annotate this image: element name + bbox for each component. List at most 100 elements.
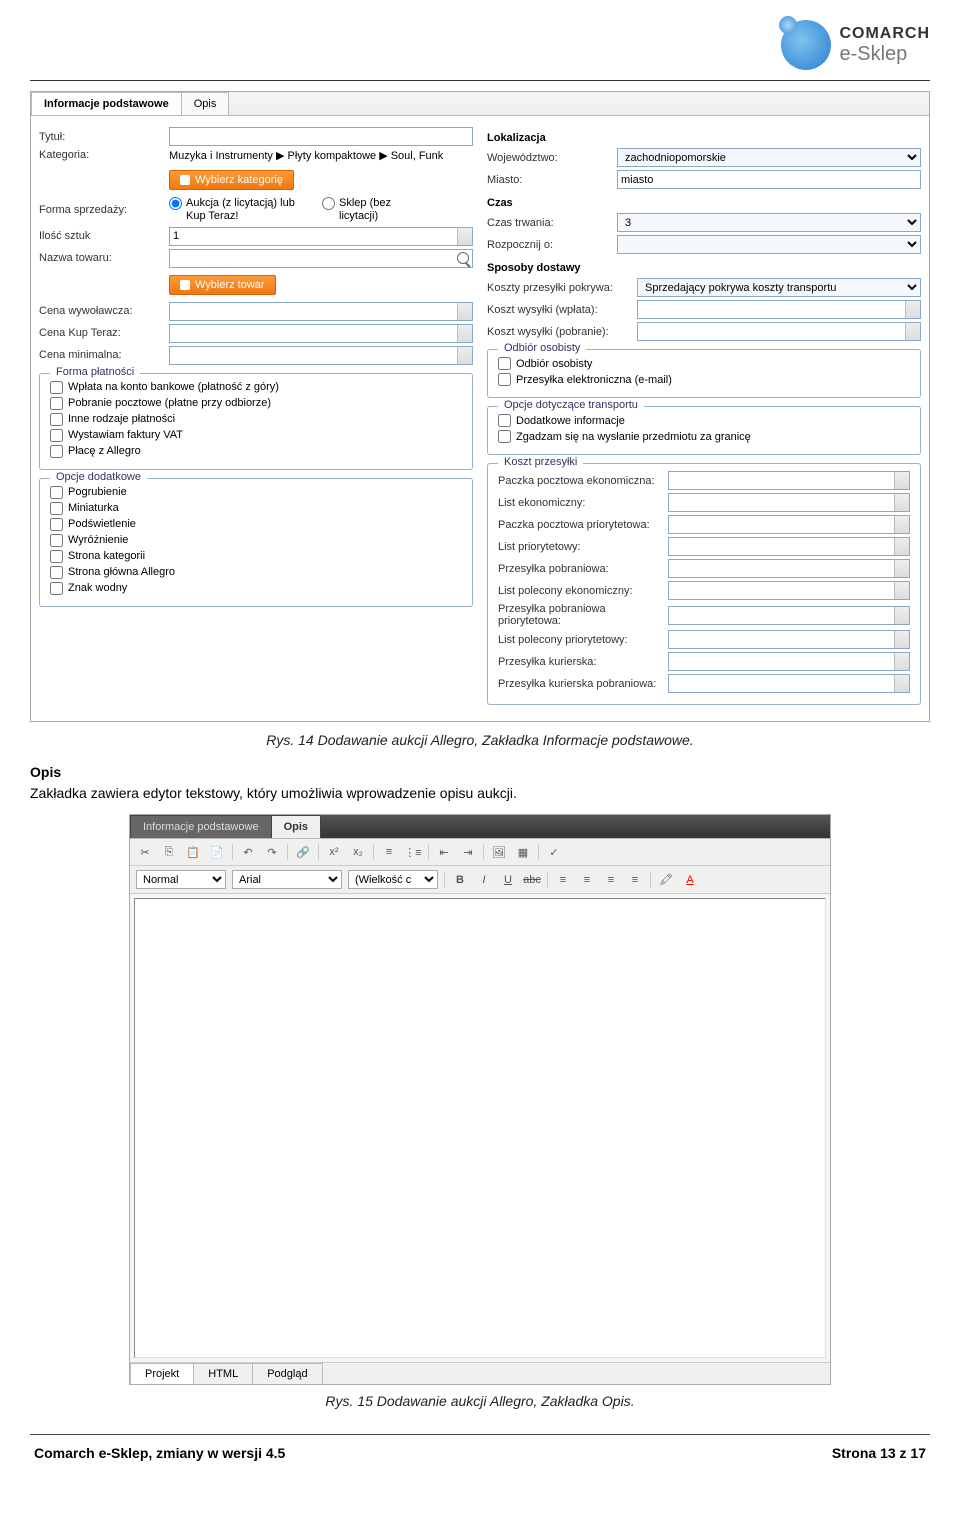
select-wojewodztwo[interactable]: zachodniopomorskie [617,148,921,167]
unordered-list-icon[interactable]: ⋮≡ [404,843,422,861]
brand-line2: e-Sklep [839,43,930,65]
chk-inne-platnosci[interactable] [50,413,63,426]
select-koszty[interactable]: Sprzedający pokrywa koszty transportu [637,278,921,297]
tab-info-2[interactable]: Informacje podstawowe [130,815,272,838]
align-right-icon[interactable]: ≡ [602,871,620,889]
input-ilosc[interactable] [169,227,473,246]
spellcheck-icon[interactable]: ✓ [545,843,563,861]
input-k5[interactable] [668,559,910,578]
input-cena-wyw[interactable] [169,302,473,321]
font-color-icon[interactable]: A [681,871,699,889]
undo-icon[interactable]: ↶ [239,843,257,861]
select-size[interactable]: (Wielkość c [348,870,438,889]
input-miasto[interactable] [617,170,921,189]
screenshot-editor: Informacje podstawowe Opis ✂ ⎘ 📋 📄 ↶ ↷ 🔗… [129,814,831,1385]
label-wojewodztwo: Województwo: [487,152,617,164]
select-rozpocznij[interactable] [617,235,921,254]
highlight-icon[interactable]: 🖍 [657,871,675,889]
input-koszt-wplata[interactable] [637,300,921,319]
chk-place-allegro[interactable] [50,445,63,458]
select-style[interactable]: Normal [136,870,226,889]
table-icon[interactable]: ▦ [514,843,532,861]
text-opis: Zakładka zawiera edytor tekstowy, który … [30,785,517,801]
fieldset-platnosc: Forma płatności Wpłata na konto bankowe … [39,373,473,470]
input-k9[interactable] [668,652,910,671]
cut-icon[interactable]: ✂ [136,843,154,861]
figure-caption-14: Rys. 14 Dodawanie aukcji Allegro, Zakład… [30,732,930,748]
chk-dodatkowe-info[interactable] [498,414,511,427]
italic-icon[interactable]: I [475,871,493,889]
label-rozpocznij: Rozpocznij o: [487,239,617,251]
input-cena-min[interactable] [169,346,473,365]
radio-sklep[interactable]: Sklep (bez licytacji) [322,197,419,223]
chk-podswietlenie[interactable] [50,518,63,531]
input-k1[interactable] [668,471,910,490]
strike-icon[interactable]: abc [523,871,541,889]
footer-right: Strona 13 z 17 [832,1445,926,1461]
radio-aukcja[interactable]: Aukcja (z licytacją) lub Kup Teraz! [169,197,306,223]
input-k6[interactable] [668,581,910,600]
btn-wybierz-towar[interactable]: Wybierz towar [169,275,276,295]
align-left-icon[interactable]: ≡ [554,871,572,889]
link-icon[interactable]: 🔗 [294,843,312,861]
redo-icon[interactable]: ↷ [263,843,281,861]
chk-przesylka-email[interactable] [498,373,511,386]
screenshot-form-basic: Informacje podstawowe Opis Tytuł: Katego… [30,91,930,722]
chk-faktury-vat[interactable] [50,429,63,442]
select-czas[interactable]: 3 [617,213,921,232]
image-icon[interactable]: 🖼 [490,843,508,861]
input-k8[interactable] [668,630,910,649]
label-ilosc: Ilość sztuk [39,230,169,242]
input-k4[interactable] [668,537,910,556]
input-koszt-pobranie[interactable] [637,322,921,341]
label-nazwa-towaru: Nazwa towaru: [39,252,169,264]
input-nazwa-towaru[interactable] [169,249,473,268]
heading-czas: Czas [487,197,921,209]
align-center-icon[interactable]: ≡ [578,871,596,889]
fieldset-odbior: Odbiór osobisty Odbiór osobisty Przesyłk… [487,349,921,398]
chk-pogrubienie[interactable] [50,486,63,499]
subscript-icon[interactable]: x₂ [349,843,367,861]
chk-wplata-konto[interactable] [50,381,63,394]
btn-wybierz-kategorie[interactable]: Wybierz kategorię [169,170,294,190]
paste-icon[interactable]: 📋 [184,843,202,861]
input-k10[interactable] [668,674,910,693]
bold-icon[interactable]: B [451,871,469,889]
chk-strona-glowna[interactable] [50,566,63,579]
select-font[interactable]: Arial [232,870,342,889]
chk-strona-kategorii[interactable] [50,550,63,563]
btab-projekt[interactable]: Projekt [130,1363,194,1384]
heading-dostawa: Sposoby dostawy [487,262,921,274]
label-cena-wyw: Cena wywoławcza: [39,305,169,317]
search-icon[interactable] [457,252,469,264]
input-cena-kup[interactable] [169,324,473,343]
brand-logo: COMARCH e-Sklep [30,20,930,70]
heading-lokalizacja: Lokalizacja [487,132,921,144]
indent-icon[interactable]: ⇥ [459,843,477,861]
chk-odbior-osobisty[interactable] [498,357,511,370]
paste-word-icon[interactable]: 📄 [208,843,226,861]
chk-miniaturka[interactable] [50,502,63,515]
chk-wyroznienie[interactable] [50,534,63,547]
chk-pobranie[interactable] [50,397,63,410]
fieldset-transport: Opcje dotyczące transportu Dodatkowe inf… [487,406,921,455]
input-k3[interactable] [668,515,910,534]
ordered-list-icon[interactable]: ≡ [380,843,398,861]
underline-icon[interactable]: U [499,871,517,889]
superscript-icon[interactable]: x² [325,843,343,861]
label-miasto: Miasto: [487,174,617,186]
editor-textarea[interactable] [134,898,826,1358]
chk-za-granice[interactable] [498,430,511,443]
outdent-icon[interactable]: ⇤ [435,843,453,861]
btab-podglad[interactable]: Podgląd [252,1363,322,1384]
chk-znak-wodny[interactable] [50,582,63,595]
tab-opis-2[interactable]: Opis [271,815,321,838]
input-k7[interactable] [668,606,910,625]
tab-informacje[interactable]: Informacje podstawowe [31,92,182,115]
btab-html[interactable]: HTML [193,1363,253,1384]
tab-opis[interactable]: Opis [181,92,230,115]
input-tytul[interactable] [169,127,473,146]
align-justify-icon[interactable]: ≡ [626,871,644,889]
input-k2[interactable] [668,493,910,512]
copy-icon[interactable]: ⎘ [160,843,178,861]
